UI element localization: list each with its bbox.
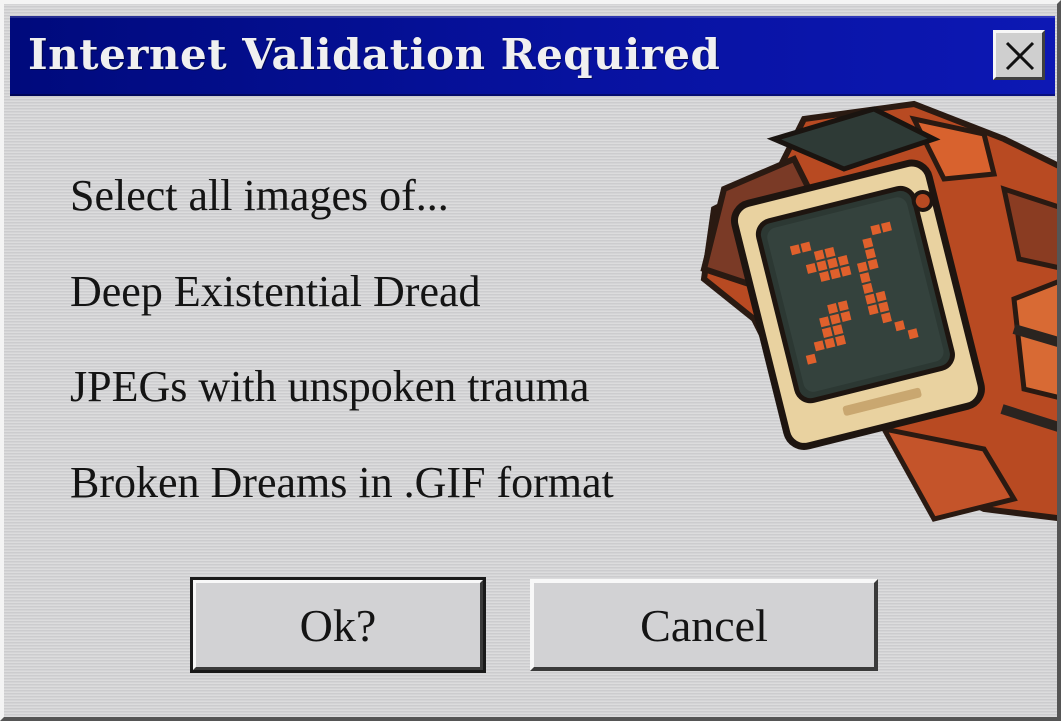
close-button[interactable]	[993, 30, 1045, 80]
option-text-3: Broken Dreams in .GIF format	[70, 458, 614, 507]
title-bar[interactable]: Internet Validation Required	[10, 16, 1055, 96]
close-icon	[1005, 41, 1035, 71]
dialog-window: Internet Validation Required Select all …	[0, 0, 1061, 721]
window-title: Internet Validation Required	[28, 30, 721, 79]
option-text-2: JPEGs with unspoken trauma	[70, 362, 590, 411]
prompt-text: Select all images of...	[70, 171, 449, 220]
option-text-1: Deep Existential Dread	[70, 267, 481, 316]
sad-monitor-robot-icon	[700, 100, 1057, 522]
cancel-button[interactable]: Cancel	[530, 579, 878, 671]
ok-button[interactable]: Ok?	[190, 577, 486, 673]
